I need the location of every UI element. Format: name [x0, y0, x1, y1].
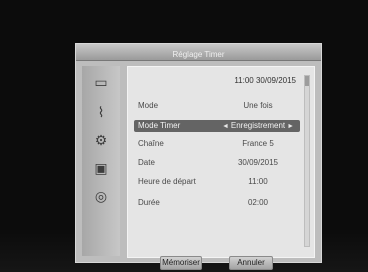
satellite-dish-icon[interactable]: ⌇ — [92, 104, 110, 120]
field-date[interactable]: Date 30/09/2015 — [138, 157, 296, 169]
gear-icon[interactable]: ⚙ — [92, 132, 110, 148]
mode-timer-value: Enregistrement — [230, 121, 286, 130]
field-value: 02:00 — [247, 198, 269, 207]
dialog-title: Réglage Timer — [172, 50, 225, 59]
scrollbar[interactable] — [304, 75, 310, 247]
field-value: Une fois — [243, 101, 273, 110]
field-value: 11:00 — [248, 177, 268, 186]
monitor-icon[interactable]: ▭ — [92, 74, 110, 90]
field-channel[interactable]: Chaîne France 5 — [138, 138, 296, 150]
scroll-thumb[interactable] — [305, 76, 309, 86]
field-label: Mode Timer — [138, 121, 181, 130]
field-mode-timer[interactable]: Mode Timer ◄ Enregistrement ► — [134, 120, 300, 132]
field-value: ◄ Enregistrement ► — [220, 120, 296, 133]
timer-settings-dialog: Réglage Timer ▭ ⌇ ⚙ ▣ ◎ 11:00 30/09/2015… — [75, 43, 322, 270]
arrow-right-icon[interactable]: ► — [285, 123, 294, 130]
arrow-left-icon[interactable]: ◄ — [222, 123, 231, 130]
settings-sidebar: ▭ ⌇ ⚙ ▣ ◎ — [82, 66, 120, 256]
field-label: Date — [138, 158, 155, 167]
field-label: Chaîne — [138, 139, 164, 148]
globe-icon[interactable]: ◎ — [92, 188, 110, 204]
field-label: Durée — [138, 198, 160, 207]
field-start-time[interactable]: Heure de départ 11:00 — [138, 176, 296, 188]
field-duration[interactable]: Durée 02:00 — [138, 197, 296, 209]
dialog-title-bar: Réglage Timer — [76, 44, 321, 61]
field-value: 30/09/2015 — [237, 158, 279, 167]
field-label: Mode — [138, 101, 159, 110]
save-button[interactable]: Mémoriser — [160, 256, 202, 270]
field-label: Heure de départ — [138, 177, 196, 186]
current-datetime: 11:00 30/09/2015 — [234, 76, 296, 85]
field-mode[interactable]: Mode Une fois — [138, 100, 296, 112]
cancel-button[interactable]: Annuler — [229, 256, 273, 270]
lock-icon[interactable]: ▣ — [92, 160, 110, 176]
field-value: France 5 — [242, 139, 274, 148]
timer-settings-panel: 11:00 30/09/2015 Mode Une fois Mode Time… — [127, 66, 315, 258]
